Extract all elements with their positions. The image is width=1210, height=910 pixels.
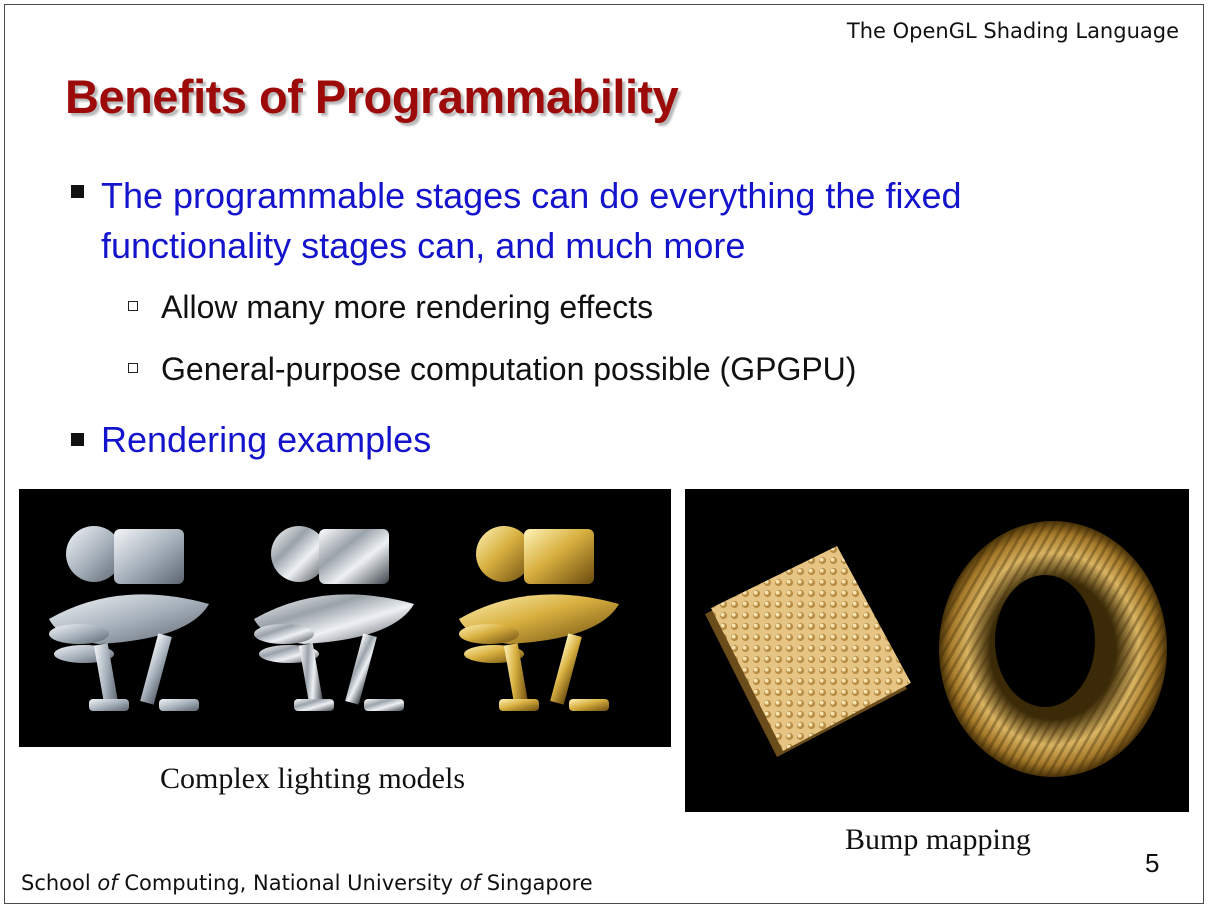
sub-bullet-rendering-effects: Allow many more rendering effects — [161, 289, 654, 325]
bumpy-tile-icon — [705, 546, 911, 757]
footer-text: Singapore — [480, 871, 593, 895]
lighting-models-image — [19, 489, 671, 747]
footer-text: of — [97, 871, 118, 895]
torus-icon — [939, 521, 1167, 777]
robot-gold-icon — [459, 526, 619, 711]
slide: The OpenGL Shading Language Benefits of … — [4, 4, 1204, 904]
bump-mapping-image — [685, 489, 1189, 812]
slide-title: Benefits of Programmability — [65, 70, 679, 123]
footer-text: School — [21, 871, 98, 895]
bullet-programmable-stages: The programmable stages can do everythin… — [101, 175, 962, 266]
footer-institution: School of Computing, National University… — [21, 871, 593, 895]
sub-bullet-gpgpu: General-purpose computation possible (GP… — [161, 351, 857, 387]
sub-bullet-square-icon — [128, 301, 138, 311]
caption-bump-mapping: Bump mapping — [845, 823, 1031, 856]
sub-bullet-square-icon — [128, 363, 138, 373]
course-title: The OpenGL Shading Language — [846, 19, 1179, 43]
footer-text: of — [459, 871, 481, 895]
robot-chrome-icon — [254, 526, 414, 711]
robot-silver-icon — [49, 526, 209, 711]
bullet-rendering-examples: Rendering examples — [101, 419, 432, 460]
page-number: 5 — [1145, 848, 1160, 878]
bullet-square-icon — [71, 185, 84, 198]
footer-text: Computing, National University — [117, 871, 460, 895]
caption-lighting-models: Complex lighting models — [160, 762, 465, 795]
bullet-square-icon — [71, 433, 84, 446]
